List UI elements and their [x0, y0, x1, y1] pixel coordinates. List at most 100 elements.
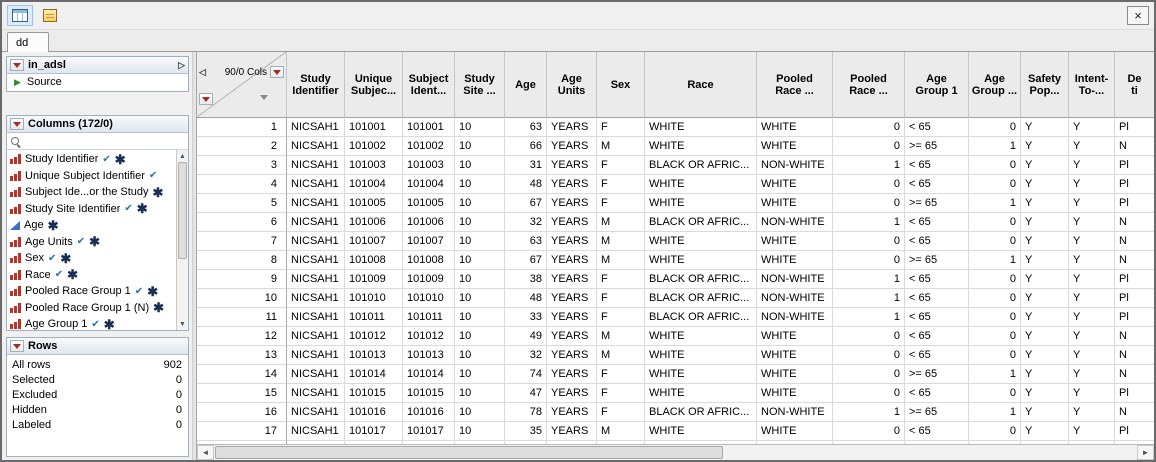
v-scroll-thumb[interactable] — [178, 162, 187, 259]
cell[interactable]: N — [1115, 232, 1154, 251]
cell[interactable]: N — [1115, 365, 1154, 384]
cell[interactable]: N — [1115, 137, 1154, 156]
cell[interactable]: Y — [1021, 327, 1069, 346]
row-number[interactable]: 5 — [197, 194, 287, 213]
cell[interactable]: 101006 — [345, 213, 403, 232]
cell[interactable]: 1 — [833, 403, 905, 422]
cell[interactable]: NICSAH1 — [287, 213, 345, 232]
cell[interactable]: 101004 — [403, 175, 455, 194]
cell[interactable]: 1 — [833, 213, 905, 232]
cell[interactable]: >= 65 — [905, 137, 969, 156]
column-header[interactable]: Pooled Race ... — [757, 52, 833, 118]
cell[interactable]: NON-WHITE — [757, 270, 833, 289]
cell[interactable]: 0 — [969, 289, 1021, 308]
column-list-item[interactable]: Age✱ — [7, 217, 176, 234]
cell[interactable]: 0 — [833, 251, 905, 270]
row-number[interactable]: 16 — [197, 403, 287, 422]
cell[interactable]: < 65 — [905, 346, 969, 365]
cell[interactable]: 101017 — [403, 422, 455, 441]
tab-dd[interactable]: dd — [7, 32, 49, 52]
cell[interactable]: Pl — [1115, 175, 1154, 194]
cell[interactable]: 1 — [969, 365, 1021, 384]
cell[interactable]: Y — [1021, 137, 1069, 156]
cell[interactable]: WHITE — [645, 118, 757, 137]
cell[interactable]: N — [1115, 346, 1154, 365]
cell[interactable]: 101008 — [403, 251, 455, 270]
cell[interactable]: 101005 — [403, 194, 455, 213]
rows-panel-menu-icon[interactable] — [10, 340, 24, 352]
cell[interactable]: BLACK OR AFRIC... — [645, 270, 757, 289]
cell[interactable]: WHITE — [645, 137, 757, 156]
cell[interactable]: 10 — [455, 365, 505, 384]
rows-stat-row[interactable]: All rows902 — [7, 357, 188, 372]
cell[interactable]: 101007 — [345, 232, 403, 251]
cell[interactable]: >= 65 — [905, 251, 969, 270]
row-number[interactable]: 11 — [197, 308, 287, 327]
row-number[interactable]: 2 — [197, 137, 287, 156]
cell[interactable]: 47 — [505, 384, 547, 403]
cell[interactable]: Y — [1069, 232, 1115, 251]
cell[interactable]: 0 — [833, 175, 905, 194]
column-list-item[interactable]: Study Site Identifier✔✱ — [7, 201, 176, 218]
cell[interactable]: Y — [1021, 346, 1069, 365]
cell[interactable]: Y — [1021, 308, 1069, 327]
cell[interactable]: Y — [1069, 308, 1115, 327]
cell[interactable]: WHITE — [757, 365, 833, 384]
cell[interactable]: 0 — [969, 156, 1021, 175]
column-header[interactable]: Safety Pop... — [1021, 52, 1069, 118]
cell[interactable]: < 65 — [905, 327, 969, 346]
cell[interactable]: Y — [1069, 251, 1115, 270]
cell[interactable]: BLACK OR AFRIC... — [645, 308, 757, 327]
row-number[interactable]: 9 — [197, 270, 287, 289]
cell[interactable]: 1 — [969, 251, 1021, 270]
row-number[interactable]: 12 — [197, 327, 287, 346]
cell[interactable]: 0 — [833, 194, 905, 213]
cell[interactable]: < 65 — [905, 384, 969, 403]
column-header[interactable]: Age Units — [547, 52, 597, 118]
cell[interactable]: NICSAH1 — [287, 137, 345, 156]
data-table-window-button[interactable] — [7, 5, 33, 26]
scroll-down-icon[interactable]: ▼ — [177, 318, 188, 330]
cell[interactable]: YEARS — [547, 327, 597, 346]
cell[interactable]: NON-WHITE — [757, 308, 833, 327]
cell[interactable]: YEARS — [547, 194, 597, 213]
column-header[interactable]: Race — [645, 52, 757, 118]
cell[interactable]: 101008 — [345, 251, 403, 270]
cell[interactable]: 38 — [505, 270, 547, 289]
cell[interactable]: F — [597, 175, 645, 194]
cell[interactable]: YEARS — [547, 308, 597, 327]
cell[interactable]: Y — [1069, 403, 1115, 422]
cell[interactable]: 66 — [505, 137, 547, 156]
cell[interactable]: 101014 — [403, 365, 455, 384]
column-list-item[interactable]: Pooled Race Group 1✔✱ — [7, 283, 176, 300]
cell[interactable]: Pl — [1115, 194, 1154, 213]
cell[interactable]: 0 — [833, 118, 905, 137]
cell[interactable]: Pl — [1115, 422, 1154, 441]
cell[interactable]: 10 — [455, 251, 505, 270]
cell[interactable]: 1 — [833, 270, 905, 289]
cell[interactable]: Y — [1021, 403, 1069, 422]
cell[interactable]: 101006 — [403, 213, 455, 232]
cell[interactable]: YEARS — [547, 213, 597, 232]
cell[interactable]: YEARS — [547, 289, 597, 308]
cell[interactable]: 101001 — [345, 118, 403, 137]
red-triangle-menu-icon[interactable] — [10, 59, 24, 71]
cell[interactable]: < 65 — [905, 213, 969, 232]
cell[interactable]: NICSAH1 — [287, 403, 345, 422]
column-list-item[interactable]: Age Units✔✱ — [7, 234, 176, 251]
cell[interactable]: M — [597, 213, 645, 232]
cell[interactable]: 101015 — [345, 384, 403, 403]
cell[interactable]: M — [597, 251, 645, 270]
cell[interactable]: Y — [1021, 213, 1069, 232]
cell[interactable]: NON-WHITE — [757, 403, 833, 422]
row-number[interactable]: 7 — [197, 232, 287, 251]
cell[interactable]: F — [597, 270, 645, 289]
cell[interactable]: 101012 — [345, 327, 403, 346]
cell[interactable]: WHITE — [645, 251, 757, 270]
cell[interactable]: Y — [1021, 384, 1069, 403]
cell[interactable]: Pl — [1115, 308, 1154, 327]
cell[interactable]: WHITE — [757, 175, 833, 194]
column-list-item[interactable]: Subject Ide...or the Study✱ — [7, 184, 176, 201]
cell[interactable]: 0 — [969, 346, 1021, 365]
cell[interactable]: YEARS — [547, 156, 597, 175]
